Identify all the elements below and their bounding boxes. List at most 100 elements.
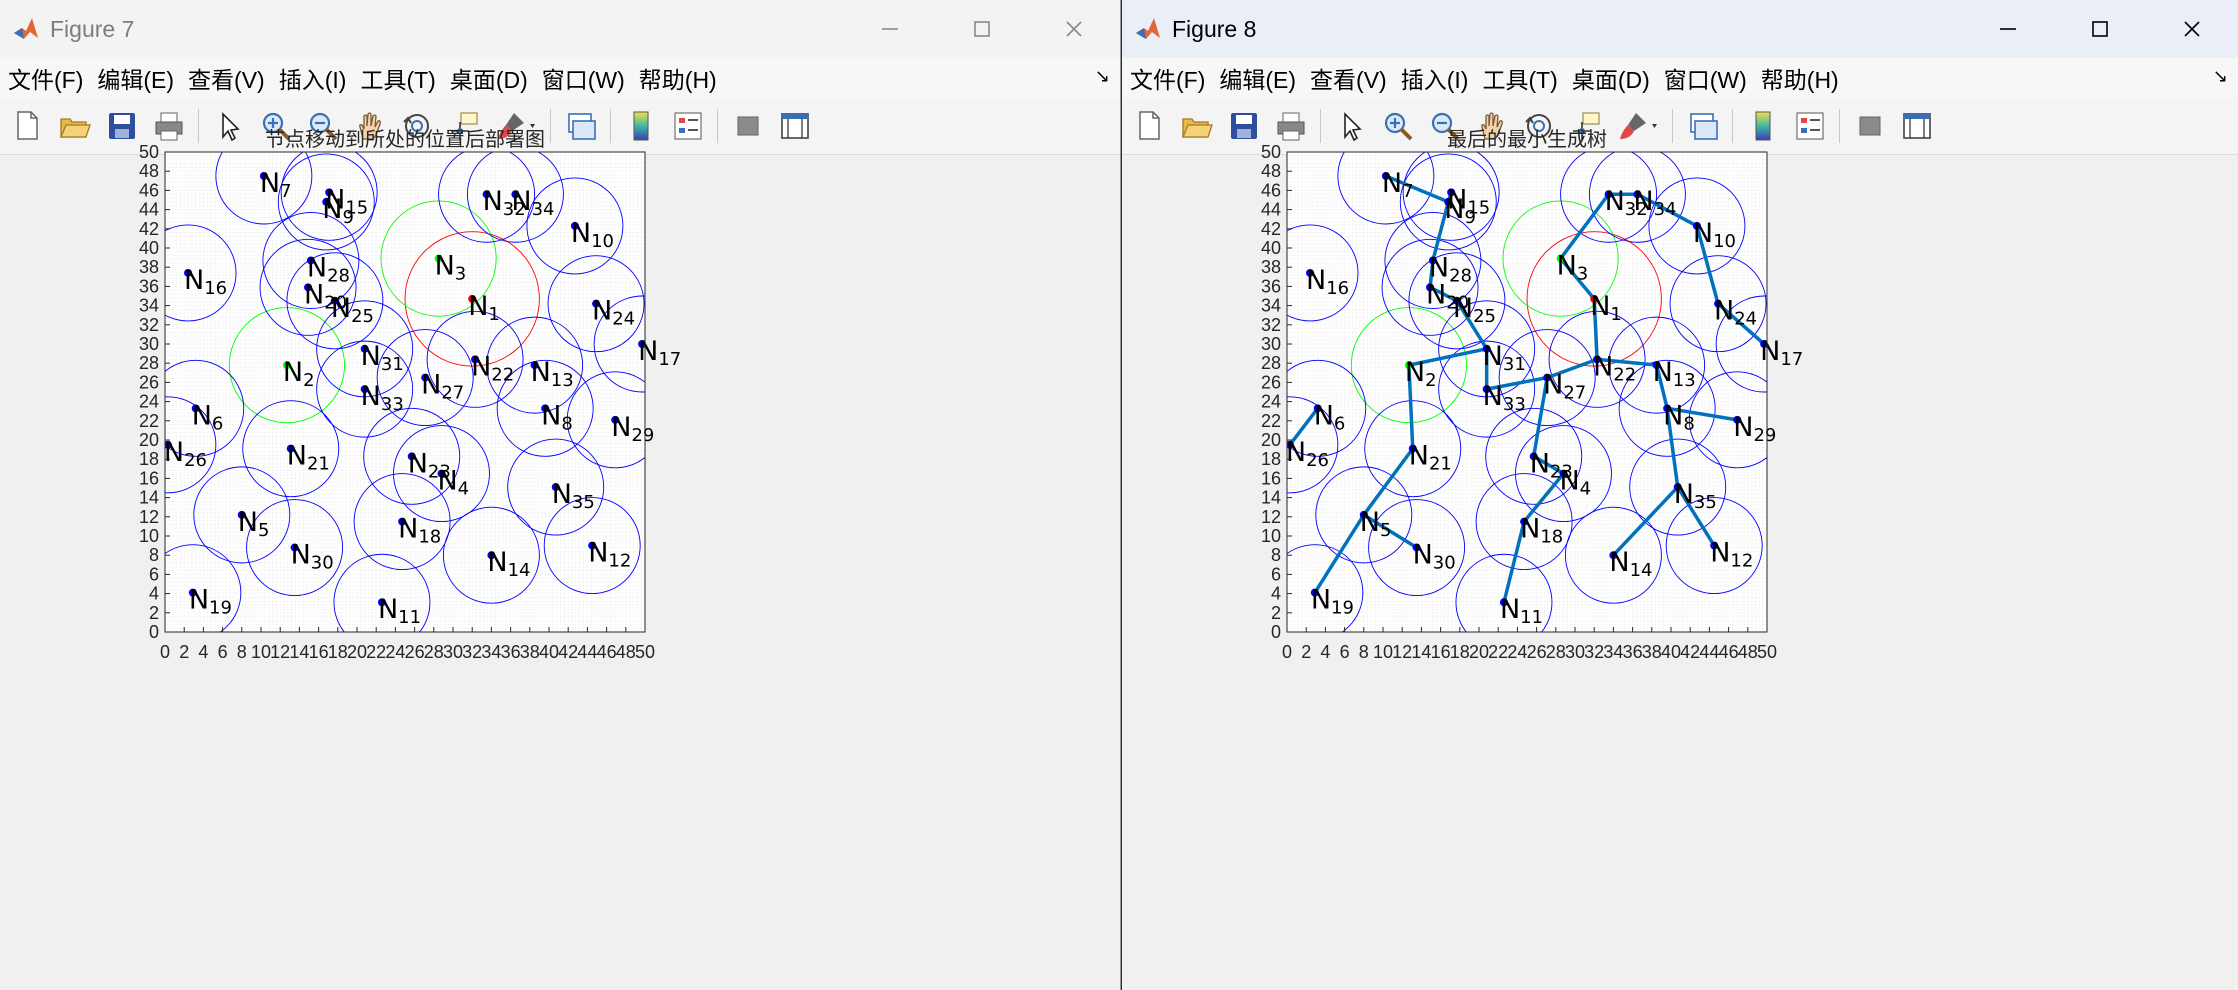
x-tick-label: 40 xyxy=(1661,642,1681,662)
x-tick-label: 34 xyxy=(481,642,501,662)
figure-area: 最后的最小生成树 N1 N2 N3 N4 N5 N6 N7 N8 N9 N10 N11 N12 N13 N1… xyxy=(1122,120,2238,915)
y-tick-label: 10 xyxy=(139,526,159,546)
x-tick-label: 0 xyxy=(1282,642,1292,662)
x-tick-label: 42 xyxy=(1680,642,1700,662)
close-icon xyxy=(2184,21,2200,37)
menu-tools[interactable]: 工具(T) xyxy=(1474,61,1563,95)
x-tick-label: 32 xyxy=(1584,642,1604,662)
y-tick-label: 20 xyxy=(1261,430,1281,450)
close-button[interactable] xyxy=(1028,0,1120,58)
toolbar-dock-arrow-icon[interactable]: ↘ xyxy=(1095,66,1110,87)
scatter-chart[interactable]: 节点移动到所处的位置后部署图N1N2N3N4N5N6N7N8N9N10N11N1… xyxy=(0,120,1120,910)
menu-edit[interactable]: 编辑(E) xyxy=(89,61,180,95)
close-button[interactable] xyxy=(2146,0,2238,58)
x-tick-label: 2 xyxy=(179,642,189,662)
y-tick-label: 10 xyxy=(1261,526,1281,546)
y-tick-label: 42 xyxy=(1261,219,1281,239)
y-tick-label: 8 xyxy=(149,545,159,565)
figure8-window: Figure 8 文件(F) 编辑(E) 查看(V) 插入(I) 工具(T) 桌面(D) 窗… xyxy=(1122,0,2238,990)
menu-bar: 文件(F) 编辑(E) 查看(V) 插入(I) 工具(T) 桌面(D) 窗口(W) 帮助(H)… xyxy=(1122,58,2238,98)
x-tick-label: 36 xyxy=(1623,642,1643,662)
scatter-chart[interactable]: 最后的最小生成树N1N2N3N4N5N6N7N8N9N10N11N12N13N1… xyxy=(1122,120,2238,910)
y-tick-label: 18 xyxy=(139,449,159,469)
menu-window[interactable]: 窗口(W) xyxy=(1656,61,1753,95)
x-tick-label: 4 xyxy=(1320,642,1330,662)
x-tick-label: 38 xyxy=(1642,642,1662,662)
menu-view[interactable]: 查看(V) xyxy=(180,61,271,95)
x-tick-label: 28 xyxy=(424,642,444,662)
y-tick-label: 40 xyxy=(1261,238,1281,258)
figure-area: 节点移动到所处的位置后部署图 N1 N2 N3 N4 N5 N6 N7 N8 N9 N10 N11 N1… xyxy=(0,120,1120,915)
y-tick-label: 28 xyxy=(139,353,159,373)
x-tick-label: 24 xyxy=(1507,642,1527,662)
y-tick-label: 50 xyxy=(1261,142,1281,162)
y-tick-label: 22 xyxy=(139,411,159,431)
menu-desktop[interactable]: 桌面(D) xyxy=(442,61,534,95)
y-tick-label: 20 xyxy=(139,430,159,450)
y-tick-label: 24 xyxy=(1261,392,1281,412)
y-tick-label: 30 xyxy=(1261,334,1281,354)
maximize-button[interactable] xyxy=(936,0,1028,58)
y-tick-label: 48 xyxy=(139,161,159,181)
y-tick-label: 38 xyxy=(139,257,159,277)
y-tick-label: 44 xyxy=(1261,200,1281,220)
minimize-button[interactable] xyxy=(1962,0,2054,58)
menu-tools[interactable]: 工具(T) xyxy=(352,61,441,95)
x-tick-label: 50 xyxy=(635,642,655,662)
menu-help[interactable]: 帮助(H) xyxy=(631,61,723,95)
x-tick-label: 10 xyxy=(251,642,271,662)
chart-title: 最后的最小生成树 xyxy=(1447,127,1607,151)
y-tick-label: 36 xyxy=(139,276,159,296)
menu-file[interactable]: 文件(F) xyxy=(0,61,89,95)
y-tick-label: 2 xyxy=(149,603,159,623)
x-tick-label: 30 xyxy=(443,642,463,662)
x-tick-label: 44 xyxy=(577,642,597,662)
y-tick-label: 34 xyxy=(139,296,159,316)
y-tick-label: 4 xyxy=(1271,584,1281,604)
menu-window[interactable]: 窗口(W) xyxy=(534,61,631,95)
x-tick-label: 28 xyxy=(1546,642,1566,662)
window-title: Figure 8 xyxy=(1172,15,1257,42)
y-tick-label: 14 xyxy=(139,488,159,508)
y-tick-label: 46 xyxy=(1261,180,1281,200)
x-tick-label: 6 xyxy=(1340,642,1350,662)
y-tick-label: 22 xyxy=(1261,411,1281,431)
y-tick-label: 32 xyxy=(1261,315,1281,335)
minimize-icon xyxy=(2000,28,2016,30)
y-tick-label: 44 xyxy=(139,200,159,220)
x-tick-label: 22 xyxy=(366,642,386,662)
y-tick-label: 14 xyxy=(1261,488,1281,508)
y-tick-label: 16 xyxy=(1261,468,1281,488)
matlab-logo-icon xyxy=(1136,18,1160,39)
x-tick-label: 50 xyxy=(1757,642,1777,662)
menu-edit[interactable]: 编辑(E) xyxy=(1211,61,1302,95)
x-tick-label: 12 xyxy=(270,642,290,662)
x-tick-label: 0 xyxy=(160,642,170,662)
x-tick-label: 26 xyxy=(1527,642,1547,662)
x-tick-label: 16 xyxy=(309,642,329,662)
menu-file[interactable]: 文件(F) xyxy=(1122,61,1211,95)
title-bar[interactable]: Figure 8 xyxy=(1122,0,2238,58)
y-tick-label: 6 xyxy=(149,564,159,584)
menu-insert[interactable]: 插入(I) xyxy=(271,61,353,95)
minimize-button[interactable] xyxy=(844,0,936,58)
x-tick-label: 14 xyxy=(289,642,309,662)
x-tick-label: 2 xyxy=(1301,642,1311,662)
window-title: Figure 7 xyxy=(50,15,135,42)
x-tick-label: 20 xyxy=(347,642,367,662)
title-bar[interactable]: Figure 7 xyxy=(0,0,1120,58)
menu-help[interactable]: 帮助(H) xyxy=(1753,61,1845,95)
x-tick-label: 22 xyxy=(1488,642,1508,662)
chart-title: 节点移动到所处的位置后部署图 xyxy=(265,127,545,151)
x-tick-label: 12 xyxy=(1392,642,1412,662)
x-tick-label: 14 xyxy=(1411,642,1431,662)
y-tick-label: 0 xyxy=(149,622,159,642)
menu-view[interactable]: 查看(V) xyxy=(1302,61,1393,95)
y-tick-label: 28 xyxy=(1261,353,1281,373)
maximize-button[interactable] xyxy=(2054,0,2146,58)
menu-desktop[interactable]: 桌面(D) xyxy=(1564,61,1656,95)
x-tick-label: 4 xyxy=(198,642,208,662)
toolbar-dock-arrow-icon[interactable]: ↘ xyxy=(2213,66,2228,87)
menu-insert[interactable]: 插入(I) xyxy=(1393,61,1475,95)
figure7-window: Figure 7 文件(F) 编辑(E) 查看(V) 插入(I) 工具(T) 桌面(D) 窗… xyxy=(0,0,1121,990)
